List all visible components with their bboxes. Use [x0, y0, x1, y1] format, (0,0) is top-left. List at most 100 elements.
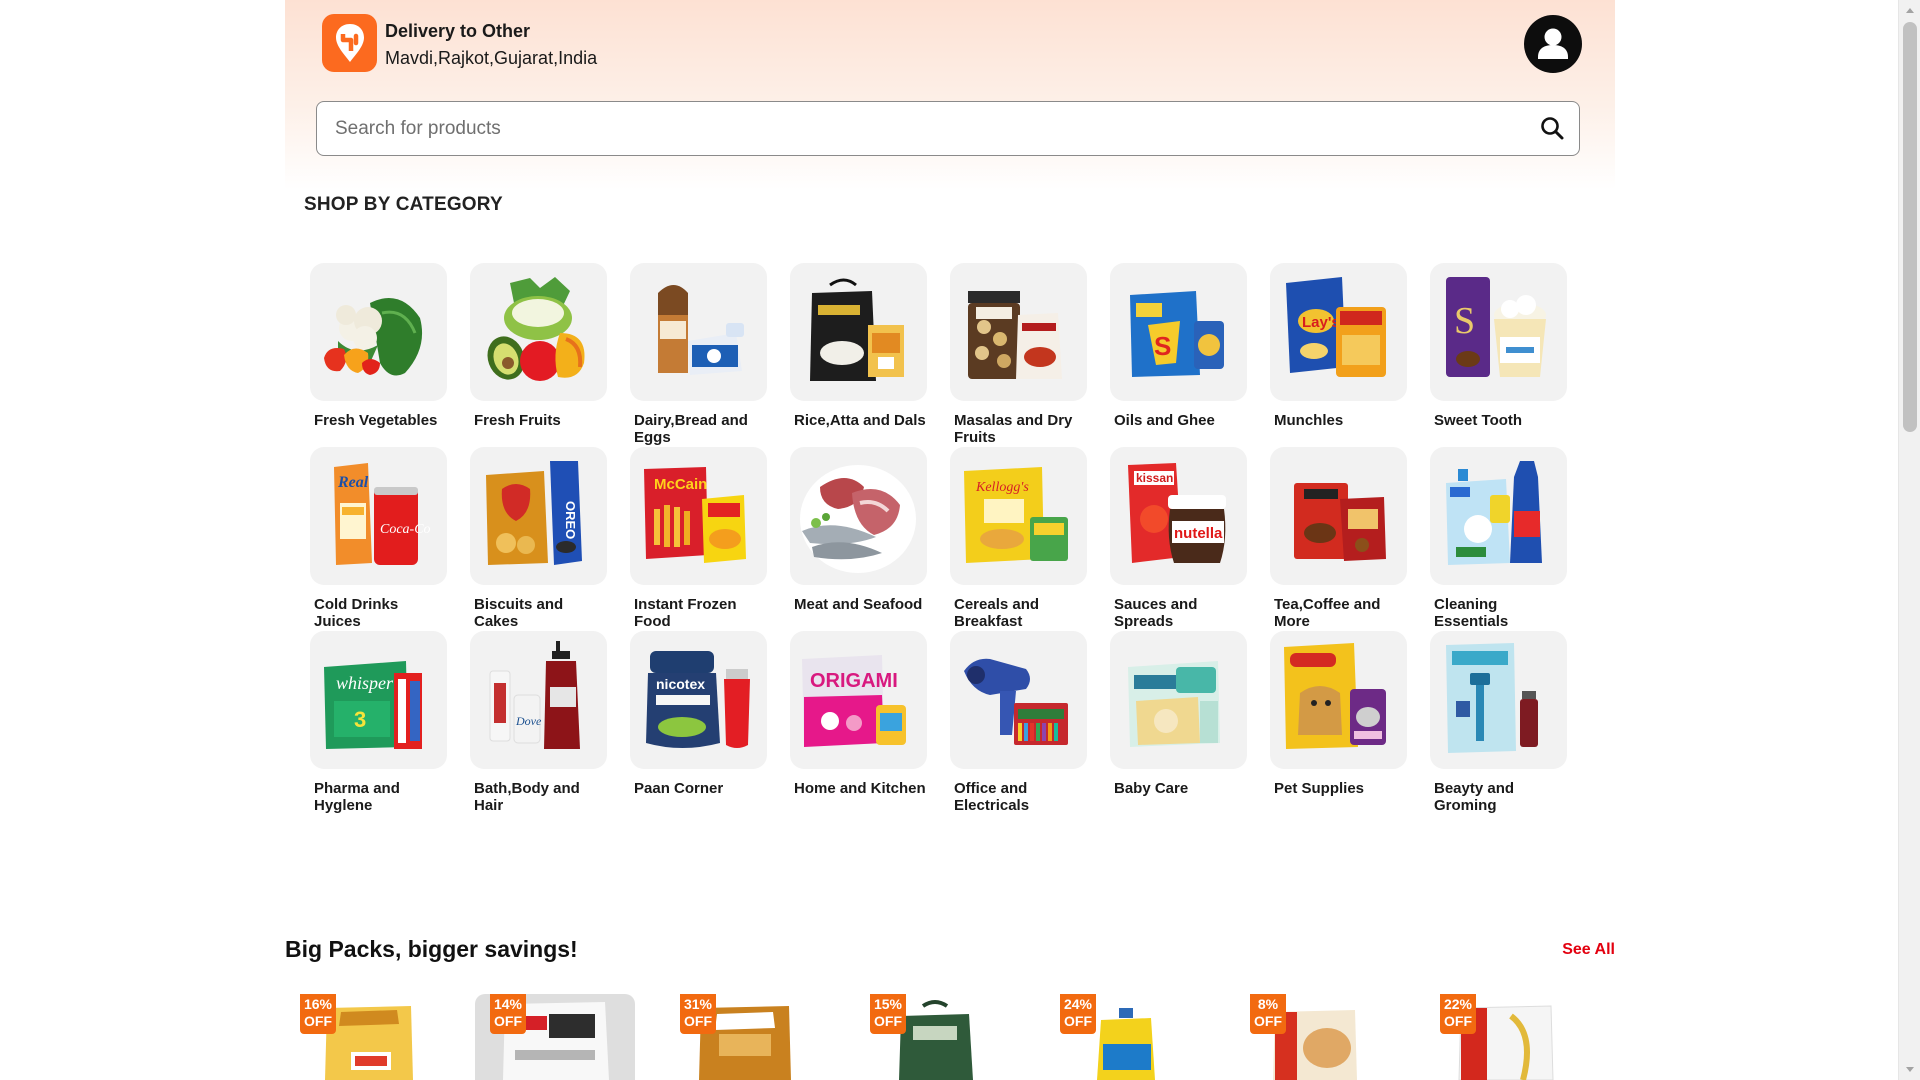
delivery-title[interactable]: Delivery to Other	[385, 21, 530, 42]
big-packs-title: Big Packs, bigger savings!	[285, 936, 578, 962]
category-label: Beayty and Groming	[1434, 780, 1515, 814]
product-card[interactable]: 16% OFF	[285, 994, 445, 1080]
category-label: Fresh Vegetables	[314, 412, 438, 429]
rice-atta-dals-image	[790, 263, 927, 401]
category-cereals-breakfast[interactable]: Kellogg's Cereals and Breakfast	[950, 447, 1088, 637]
discount-off: OFF	[1444, 1013, 1472, 1029]
svg-text:Lay's: Lay's	[1302, 314, 1340, 331]
category-label: Tea,Coffee and More	[1274, 596, 1381, 630]
category-label: Dairy,Bread and Eggs	[634, 412, 748, 446]
category-label: Baby Care	[1114, 780, 1189, 797]
scrollbar-thumb[interactable]	[1903, 22, 1917, 432]
oils-ghee-image: S	[1110, 263, 1247, 401]
product-card[interactable]: 15% OFF	[855, 994, 1015, 1080]
see-all-link[interactable]: See All	[1562, 941, 1615, 959]
product-card[interactable]: 31% OFF	[665, 994, 825, 1080]
category-tea-coffee-more[interactable]: Tea,Coffee and More	[1270, 447, 1408, 637]
discount-off: OFF	[304, 1013, 332, 1029]
category-dairy-bread-eggs[interactable]: Dairy,Bread and Eggs	[630, 263, 768, 453]
category-baby-care[interactable]: Baby Care	[1110, 631, 1248, 821]
category-label: Sauces and Spreads	[1114, 596, 1198, 630]
beayty-groming-image	[1430, 631, 1567, 769]
category-instant-frozen-food[interactable]: McCain Instant Frozen Food	[630, 447, 768, 637]
product-card[interactable]: 8% OFF	[1235, 994, 1395, 1080]
discount-badge: 22% OFF	[1440, 994, 1476, 1034]
category-sauces-spreads[interactable]: kissan nutella Sauces and Spreads	[1110, 447, 1248, 637]
category-sweet-tooth[interactable]: S Sweet Tooth	[1430, 263, 1568, 453]
discount-off: OFF	[684, 1013, 712, 1029]
category-pharma-hyglene[interactable]: whisper 3 Pharma and Hyglene	[310, 631, 448, 821]
pet-supplies-image	[1270, 631, 1407, 769]
product-card[interactable]: 14% OFF	[475, 994, 635, 1080]
category-cold-drinks-juices[interactable]: Real Coca-Co Cold Drinks Juices	[310, 447, 448, 637]
discount-percent: 14%	[493, 996, 523, 1012]
svg-text:3: 3	[354, 707, 366, 732]
discount-off: OFF	[874, 1013, 902, 1029]
tea-coffee-more-image	[1270, 447, 1407, 585]
category-label: Biscuits and Cakes	[474, 596, 564, 630]
svg-text:nicotex: nicotex	[656, 676, 705, 692]
category-biscuits-cakes[interactable]: OREO Biscuits and Cakes	[470, 447, 608, 637]
app-logo[interactable]	[322, 14, 377, 72]
fresh-fruits-image	[470, 263, 607, 401]
scroll-down-arrow-icon[interactable]	[1906, 1067, 1914, 1072]
category-masalas-dry-fruits[interactable]: Masalas and Dry Fruits	[950, 263, 1088, 453]
category-beayty-groming[interactable]: Beayty and Groming	[1430, 631, 1568, 821]
svg-text:Kellogg's: Kellogg's	[975, 480, 1029, 495]
discount-percent: 24%	[1063, 996, 1093, 1012]
category-rice-atta-dals[interactable]: Rice,Atta and Dals	[790, 263, 928, 453]
category-label: Home and Kitchen	[794, 780, 926, 797]
discount-percent: 31%	[683, 996, 713, 1012]
category-meat-seafood[interactable]: Meat and Seafood	[790, 447, 928, 637]
cleaning-essentials-image	[1430, 447, 1567, 585]
vertical-scrollbar[interactable]	[1898, 0, 1920, 1080]
svg-text:ORIGAMI: ORIGAMI	[810, 670, 898, 692]
product-card[interactable]: 22% OFF	[1425, 994, 1585, 1080]
category-label: Fresh Fruits	[474, 412, 561, 429]
search-icon[interactable]	[1537, 114, 1569, 144]
fresh-vegetables-image	[310, 263, 447, 401]
category-label: Munchles	[1274, 412, 1344, 429]
category-oils-ghee[interactable]: S Oils and Ghee	[1110, 263, 1248, 453]
discount-percent: 15%	[873, 996, 903, 1012]
category-fresh-vegetables[interactable]: Fresh Vegetables	[310, 263, 448, 453]
discount-badge: 15% OFF	[870, 994, 906, 1034]
user-avatar-icon[interactable]	[1524, 15, 1582, 73]
category-label: Bath,Body and Hair	[474, 780, 580, 814]
discount-badge: 31% OFF	[680, 994, 716, 1034]
category-bath-body-hair[interactable]: Dove Bath,Body and Hair	[470, 631, 608, 821]
category-home-kitchen[interactable]: ORIGAMI Home and Kitchen	[790, 631, 928, 821]
search-input[interactable]	[335, 114, 1515, 144]
page: Delivery to Other Mavdi,Rajkot,Gujarat,I…	[285, 0, 1615, 1080]
scroll-up-arrow-icon[interactable]	[1906, 8, 1914, 13]
delivery-address[interactable]: Mavdi,Rajkot,Gujarat,India	[385, 48, 597, 69]
office-electricals-image	[950, 631, 1087, 769]
category-office-electricals[interactable]: Office and Electricals	[950, 631, 1088, 821]
category-label: Office and Electricals	[954, 780, 1030, 814]
baby-care-image	[1110, 631, 1247, 769]
search-bar	[316, 101, 1580, 156]
paan-corner-image: nicotex	[630, 631, 767, 769]
sweet-tooth-image: S	[1430, 263, 1567, 401]
category-munchles[interactable]: Lay's Munchles	[1270, 263, 1408, 453]
shop-by-category-title: SHOP BY CATEGORY	[304, 194, 503, 215]
category-label: Cereals and Breakfast	[954, 596, 1040, 630]
category-cleaning-essentials[interactable]: Cleaning Essentials	[1430, 447, 1568, 637]
discount-percent: 22%	[1443, 996, 1473, 1012]
category-label: Rice,Atta and Dals	[794, 412, 926, 429]
discount-badge: 24% OFF	[1060, 994, 1096, 1034]
category-paan-corner[interactable]: nicotex Paan Corner	[630, 631, 768, 821]
category-label: Sweet Tooth	[1434, 412, 1523, 429]
header: Delivery to Other Mavdi,Rajkot,Gujarat,I…	[285, 0, 1615, 190]
sauces-spreads-image: kissan nutella	[1110, 447, 1247, 585]
pharma-hyglene-image: whisper 3	[310, 631, 447, 769]
svg-text:whisper: whisper	[336, 673, 394, 693]
category-fresh-fruits[interactable]: Fresh Fruits	[470, 263, 608, 453]
category-pet-supplies[interactable]: Pet Supplies	[1270, 631, 1408, 821]
discount-off: OFF	[1064, 1013, 1092, 1029]
product-card[interactable]: 24% OFF	[1045, 994, 1205, 1080]
discount-percent: 8%	[1257, 996, 1279, 1012]
category-label: Instant Frozen Food	[634, 596, 737, 630]
category-label: Paan Corner	[634, 780, 724, 797]
meat-seafood-image	[790, 447, 927, 585]
